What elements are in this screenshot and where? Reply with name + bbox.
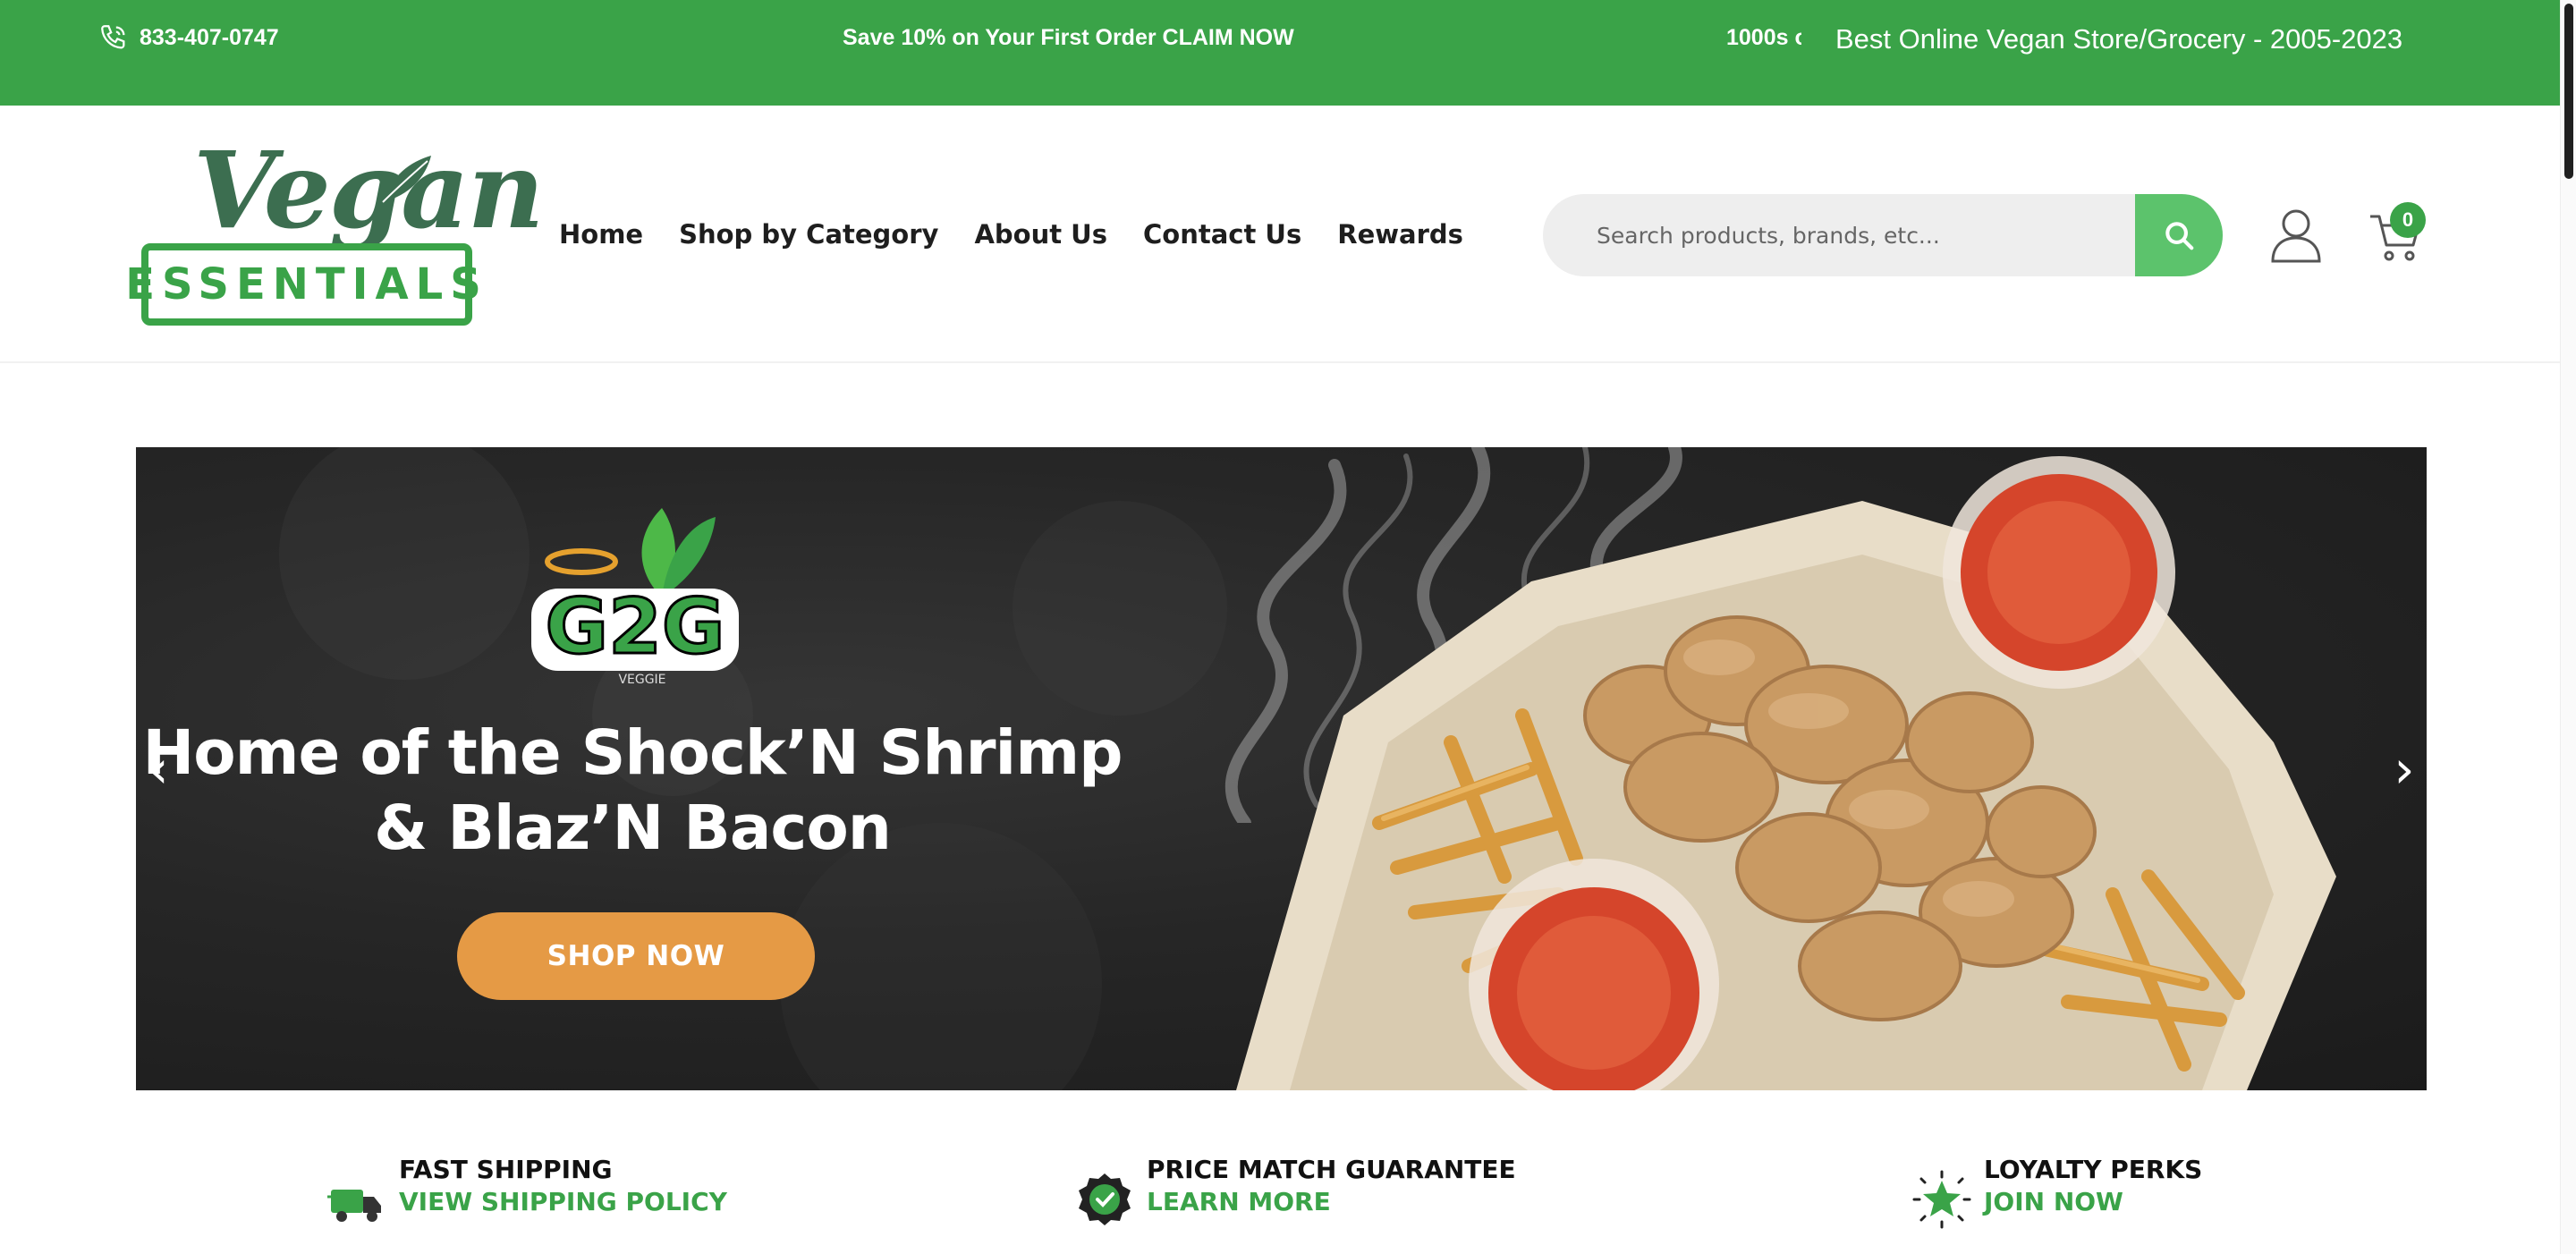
shop-now-button[interactable]: SHOP NOW bbox=[457, 912, 815, 1000]
logo-badge-text: ESSENTIALS bbox=[125, 259, 488, 309]
search-bar bbox=[1543, 194, 2223, 276]
star-icon bbox=[1912, 1170, 1971, 1229]
search-input[interactable] bbox=[1543, 194, 2135, 276]
feature-text: LOYALTY PERKS JOIN NOW bbox=[1984, 1154, 2202, 1218]
feature-title: PRICE MATCH GUARANTEE bbox=[1147, 1155, 1516, 1184]
search-button[interactable] bbox=[2135, 194, 2223, 276]
feature-loyalty-perks: LOYALTY PERKS JOIN NOW bbox=[1912, 1154, 2202, 1229]
cart-count-badge: 0 bbox=[2390, 202, 2426, 238]
g2g-logo-text: G2G bbox=[545, 582, 724, 672]
nav-shop-by-category[interactable]: Shop by Category bbox=[679, 215, 938, 254]
marquee-text: 1000s of bbox=[1726, 25, 1801, 50]
hero-slider[interactable]: G2G VEGGIE Home of the Shock’N Shrimp & … bbox=[136, 447, 2427, 1090]
phone-link[interactable]: 833-407-0747 bbox=[98, 20, 279, 55]
join-now-link[interactable]: JOIN NOW bbox=[1984, 1186, 2202, 1218]
g2g-logo-subtext: VEGGIE bbox=[618, 673, 665, 687]
nav-home[interactable]: Home bbox=[559, 215, 643, 254]
feature-strip: FAST SHIPPING VIEW SHIPPING POLICY PRICE… bbox=[0, 1154, 2560, 1254]
scrollbar-thumb[interactable] bbox=[2564, 4, 2573, 179]
nav-contact-us[interactable]: Contact Us bbox=[1143, 215, 1301, 254]
shrimp-and-fries-image bbox=[1236, 456, 2336, 1090]
learn-more-link[interactable]: LEARN MORE bbox=[1147, 1186, 1516, 1218]
phone-number: 833-407-0747 bbox=[140, 24, 279, 50]
slider-prev-arrow[interactable]: ‹ bbox=[136, 733, 181, 805]
site-header: Vegan ESSENTIALS Home Shop by Category A… bbox=[0, 106, 2560, 363]
feature-text: FAST SHIPPING VIEW SHIPPING POLICY bbox=[399, 1154, 727, 1218]
marquee-clip: 1000s of bbox=[1726, 20, 1801, 55]
announcement-bar: 833-407-0747 Save 10% on Your First Orde… bbox=[0, 0, 2560, 106]
search-icon bbox=[2165, 222, 2194, 250]
logo-badge: ESSENTIALS bbox=[125, 243, 481, 326]
leaf-icon bbox=[382, 156, 431, 203]
feature-price-match: PRICE MATCH GUARANTEE LEARN MORE bbox=[1075, 1154, 1516, 1229]
g2g-brand-logo: G2G VEGGIE bbox=[531, 508, 739, 687]
user-icon[interactable] bbox=[2270, 208, 2322, 263]
slider-next-arrow[interactable]: › bbox=[2382, 733, 2427, 805]
main-nav: Home Shop by Category About Us Contact U… bbox=[559, 215, 1499, 254]
hero-headline: Home of the Shock’N Shrimp & Blaz’N Baco… bbox=[136, 716, 1129, 866]
promo-link[interactable]: Save 10% on Your First Order CLAIM NOW bbox=[843, 20, 1294, 55]
feature-fast-shipping: FAST SHIPPING VIEW SHIPPING POLICY bbox=[327, 1154, 727, 1229]
truck-icon bbox=[327, 1190, 381, 1222]
feature-title: FAST SHIPPING bbox=[399, 1155, 613, 1184]
store-tagline: Best Online Vegan Store/Grocery - 2005-2… bbox=[1835, 23, 2403, 55]
view-shipping-policy-link[interactable]: VIEW SHIPPING POLICY bbox=[399, 1186, 727, 1218]
page-scrollbar[interactable] bbox=[2560, 0, 2576, 1254]
hero-headline-line2: & Blaz’N Bacon bbox=[374, 792, 892, 864]
site-logo[interactable]: Vegan ESSENTIALS bbox=[125, 138, 545, 329]
nav-about-us[interactable]: About Us bbox=[974, 215, 1107, 254]
phone-icon bbox=[101, 25, 125, 49]
feature-title: LOYALTY PERKS bbox=[1984, 1155, 2203, 1184]
badge-check-icon bbox=[1079, 1174, 1131, 1225]
logo-script: Vegan bbox=[193, 128, 545, 252]
feature-text: PRICE MATCH GUARANTEE LEARN MORE bbox=[1147, 1154, 1516, 1218]
hero-headline-line1: Home of the Shock’N Shrimp bbox=[142, 717, 1123, 789]
nav-rewards[interactable]: Rewards bbox=[1337, 215, 1463, 254]
